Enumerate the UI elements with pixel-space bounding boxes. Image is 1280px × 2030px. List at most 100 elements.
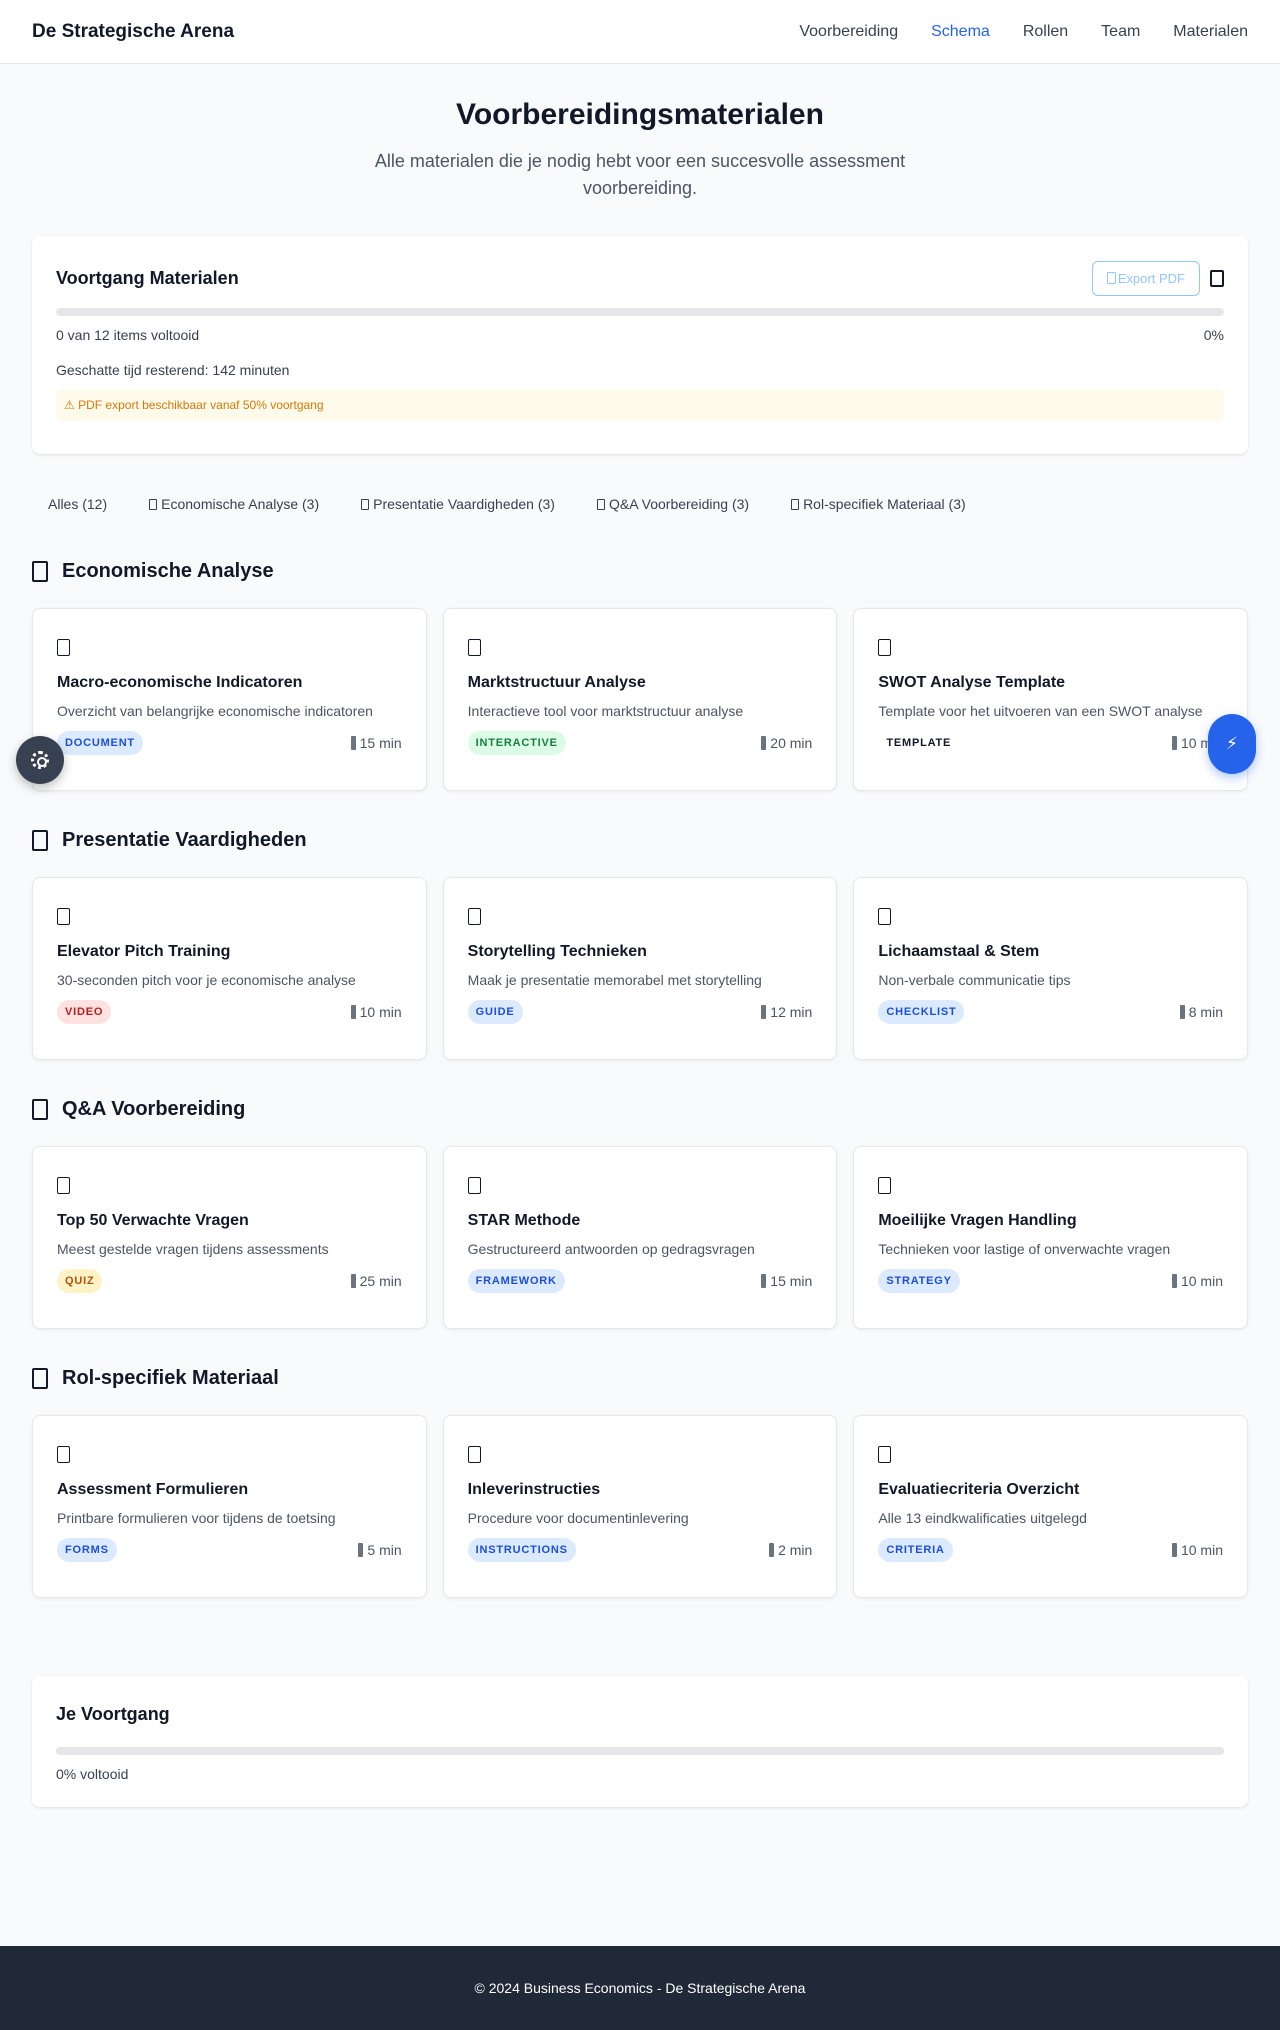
section-title: Economische Analyse bbox=[62, 559, 274, 582]
material-card-swot-analyse-template[interactable]: SWOT Analyse Template Template voor het u… bbox=[853, 608, 1248, 791]
material-type-badge: QUIZ bbox=[57, 1269, 103, 1293]
section-title: Rol-specifiek Materiaal bbox=[62, 1366, 279, 1389]
filter-rol-specifiek[interactable]: Rol-specifiek Materiaal (3) bbox=[775, 488, 982, 520]
nav-link-materialen[interactable]: Materialen bbox=[1173, 23, 1248, 41]
material-card-inleverinstructies[interactable]: Inleverinstructies Procedure voor documen… bbox=[442, 1415, 838, 1598]
material-footer: DOCUMENT 15 min bbox=[57, 731, 402, 755]
material-card-assessment-formulieren[interactable]: Assessment Formulieren Printbare formulie… bbox=[32, 1415, 427, 1598]
material-cards: Elevator Pitch Training 30-seconden pitch… bbox=[32, 877, 1248, 1060]
material-icon bbox=[878, 908, 892, 925]
material-card-moeilijke-vragen-handling[interactable]: Moeilijke Vragen Handling Technieken voor… bbox=[853, 1146, 1248, 1329]
presentation-icon bbox=[361, 498, 370, 510]
clock-icon bbox=[1179, 1005, 1185, 1019]
section-icon bbox=[32, 1098, 48, 1120]
material-type-badge: DOCUMENT bbox=[57, 731, 143, 755]
material-icon bbox=[57, 1177, 70, 1194]
material-duration: 25 min bbox=[350, 1273, 402, 1289]
material-card-evaluatiecriteria-overzicht[interactable]: Evaluatiecriteria Overzicht Alle 13 eindk… bbox=[853, 1415, 1248, 1598]
nav-link-team[interactable]: Team bbox=[1101, 23, 1140, 41]
clock-icon bbox=[761, 1005, 767, 1019]
clock-icon bbox=[761, 736, 767, 750]
section-icon bbox=[32, 560, 48, 582]
filter-all[interactable]: Alles (12) bbox=[32, 488, 123, 520]
material-card-storytelling-technieken[interactable]: Storytelling Technieken Maak je presentat… bbox=[442, 877, 838, 1060]
lightning-icon: ⚡ bbox=[1226, 734, 1238, 753]
question-icon bbox=[596, 498, 605, 510]
export-pdf-label: Export PDF bbox=[1117, 270, 1185, 286]
filter-qa-voorbereiding[interactable]: Q&A Voorbereiding (3) bbox=[581, 488, 765, 520]
material-title: SWOT Analyse Template bbox=[878, 674, 1066, 691]
material-icon bbox=[467, 1446, 481, 1463]
material-card-star-methode[interactable]: STAR Methode Gestructureerd antwoorden op… bbox=[442, 1146, 838, 1329]
progress-panel-title: Voortgang Materialen bbox=[56, 267, 239, 288]
clock-icon bbox=[769, 1543, 775, 1557]
material-icon bbox=[467, 1177, 481, 1194]
filter-presentatie-vaardigheden[interactable]: Presentatie Vaardigheden (3) bbox=[345, 488, 571, 520]
settings-button[interactable] bbox=[16, 736, 64, 784]
material-title: Assessment Formulieren bbox=[57, 1481, 249, 1498]
material-type-badge: INTERACTIVE bbox=[467, 731, 566, 755]
clock-icon bbox=[350, 736, 356, 750]
navbar: De Strategische Arena Voorbereiding Sche… bbox=[0, 0, 1280, 64]
filter-label: Rol-specifiek Materiaal (3) bbox=[803, 496, 966, 512]
material-icon bbox=[57, 908, 70, 925]
material-icon bbox=[878, 1177, 892, 1194]
quick-action-button[interactable]: ⚡ bbox=[1208, 714, 1256, 774]
material-footer: GUIDE 12 min bbox=[467, 1000, 812, 1024]
page-title: Voorbereidingsmaterialen bbox=[456, 98, 824, 131]
nav-link-rollen[interactable]: Rollen bbox=[1023, 23, 1068, 41]
section-rol-specifiek-materiaal: Rol-specifiek Materiaal Assessment Formul… bbox=[32, 1363, 1248, 1598]
duration-text: 10 min bbox=[1180, 1542, 1223, 1558]
brand-title[interactable]: De Strategische Arena bbox=[32, 21, 234, 43]
material-icon bbox=[467, 639, 481, 656]
bookmark-icon[interactable] bbox=[1210, 269, 1224, 287]
nav-link-schema[interactable]: Schema bbox=[931, 23, 990, 41]
material-duration: 15 min bbox=[350, 735, 402, 751]
materials-progress-bar bbox=[56, 308, 1224, 316]
duration-text: 10 min bbox=[1180, 1273, 1223, 1289]
nav-link-voorbereiding[interactable]: Voorbereiding bbox=[799, 23, 898, 41]
material-type-badge: INSTRUCTIONS bbox=[467, 1538, 576, 1562]
material-sections: Economische Analyse Macro-economische Ind… bbox=[32, 556, 1248, 1598]
section-title: Q&A Voorbereiding bbox=[62, 1097, 246, 1120]
overall-progress-bar bbox=[56, 1747, 1224, 1755]
material-title: Macro-economische Indicatoren bbox=[57, 674, 303, 691]
page-subtitle: Alle materialen die je nodig hebt voor e… bbox=[374, 151, 906, 198]
section-presentatie-vaardigheden: Presentatie Vaardigheden Elevator Pitch T… bbox=[32, 825, 1248, 1060]
clock-icon bbox=[350, 1005, 356, 1019]
material-duration: 20 min bbox=[761, 735, 812, 751]
duration-text: 10 min bbox=[359, 1004, 402, 1020]
material-icon bbox=[878, 1446, 892, 1463]
material-title: Inleverinstructies bbox=[467, 1481, 601, 1498]
material-duration: 10 min bbox=[1171, 1542, 1223, 1558]
material-type-badge: VIDEO bbox=[57, 1000, 112, 1024]
material-footer: FORMS 5 min bbox=[57, 1538, 402, 1562]
material-icon bbox=[467, 908, 481, 925]
progress-panel-header: Voortgang Materialen Export PDF bbox=[56, 260, 1224, 296]
material-duration: 15 min bbox=[761, 1273, 812, 1289]
material-card-macro-economische-indicatoren[interactable]: Macro-economische Indicatoren Overzicht v… bbox=[32, 608, 427, 791]
material-title: Marktstructuur Analyse bbox=[467, 674, 646, 691]
duration-text: 15 min bbox=[770, 1273, 813, 1289]
filter-label: Presentatie Vaardigheden (3) bbox=[373, 496, 555, 512]
material-card-top-50-verwachte-vragen[interactable]: Top 50 Verwachte Vragen Meest gestelde vr… bbox=[32, 1146, 427, 1329]
material-card-lichaamstaal-stem[interactable]: Lichaamstaal & Stem Non-verbale communica… bbox=[853, 877, 1248, 1060]
section-header: Economische Analyse bbox=[32, 556, 1248, 586]
material-icon bbox=[57, 639, 70, 656]
material-footer: INSTRUCTIONS 2 min bbox=[467, 1538, 812, 1562]
clock-icon bbox=[761, 1274, 767, 1288]
filter-economische-analyse[interactable]: Economische Analyse (3) bbox=[133, 488, 335, 520]
material-type-badge: TEMPLATE bbox=[886, 737, 952, 749]
material-description: Printbare formulieren voor tijdens de to… bbox=[57, 1510, 336, 1526]
material-footer: STRATEGY 10 min bbox=[878, 1269, 1223, 1293]
material-card-elevator-pitch-training[interactable]: Elevator Pitch Training 30-seconden pitch… bbox=[32, 877, 427, 1060]
material-title: Storytelling Technieken bbox=[467, 943, 647, 960]
material-card-marktstructuur-analyse[interactable]: Marktstructuur Analyse Interactieve tool … bbox=[442, 608, 838, 791]
material-icon bbox=[57, 1446, 70, 1463]
material-description: Meest gestelde vragen tijdens assessment… bbox=[57, 1241, 329, 1257]
export-pdf-button[interactable]: Export PDF bbox=[1091, 260, 1200, 296]
section-header: Presentatie Vaardigheden bbox=[32, 825, 1248, 855]
section-economische-analyse: Economische Analyse Macro-economische Ind… bbox=[32, 556, 1248, 791]
material-cards: Assessment Formulieren Printbare formulie… bbox=[32, 1415, 1248, 1598]
section-q-a-voorbereiding: Q&A Voorbereiding Top 50 Verwachte Vragen… bbox=[32, 1094, 1248, 1329]
